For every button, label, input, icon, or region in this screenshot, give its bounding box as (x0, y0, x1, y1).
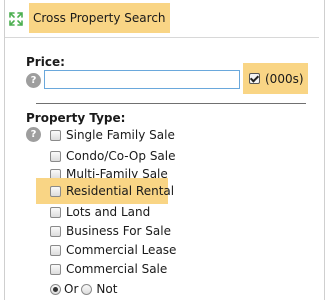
checkbox[interactable] (50, 129, 61, 141)
units-toggle[interactable]: (000s) (243, 63, 308, 94)
checkbox[interactable] (50, 244, 61, 256)
not-radio[interactable] (81, 283, 93, 295)
not-label: Not (96, 282, 118, 296)
panel-title[interactable]: Cross Property Search (29, 3, 170, 33)
or-label: Or (64, 282, 79, 296)
option-label: Commercial Lease (66, 243, 177, 257)
option-business-for-sale[interactable]: Business For Sale (50, 222, 171, 240)
option-label: Single Family Sale (66, 128, 175, 142)
property-type-label: Property Type: (26, 111, 126, 125)
checkbox[interactable] (50, 263, 61, 275)
units-label: (000s) (265, 71, 304, 86)
property-type-help-icon[interactable]: ? (26, 127, 41, 142)
or-radio[interactable] (50, 283, 61, 295)
units-checkbox[interactable] (249, 73, 260, 84)
price-label: Price: (26, 55, 65, 69)
expand-icon[interactable] (8, 11, 24, 27)
option-condo-coop-sale[interactable]: Condo/Co-Op Sale (50, 147, 176, 165)
option-residential-rental[interactable]: Residential Rental (50, 182, 174, 200)
option-lots-and-land[interactable]: Lots and Land (50, 203, 150, 221)
header-divider (5, 37, 319, 38)
option-commercial-lease[interactable]: Commercial Lease (50, 241, 176, 259)
option-label: Business For Sale (66, 224, 171, 238)
option-label: Commercial Sale (66, 262, 168, 276)
mode-radio-group: Or Not (50, 281, 117, 297)
checkbox[interactable] (50, 185, 61, 197)
price-input[interactable] (44, 70, 240, 89)
checkbox[interactable] (50, 225, 61, 237)
checkbox[interactable] (50, 206, 61, 218)
checkbox[interactable] (50, 150, 61, 162)
price-help-icon[interactable]: ? (26, 73, 41, 88)
option-label: Condo/Co-Op Sale (66, 149, 176, 163)
section-divider (36, 103, 306, 104)
option-commercial-sale[interactable]: Commercial Sale (50, 260, 167, 278)
option-label: Lots and Land (66, 205, 151, 219)
option-single-family-sale[interactable]: Single Family Sale (50, 126, 175, 144)
option-label: Residential Rental (66, 184, 175, 198)
